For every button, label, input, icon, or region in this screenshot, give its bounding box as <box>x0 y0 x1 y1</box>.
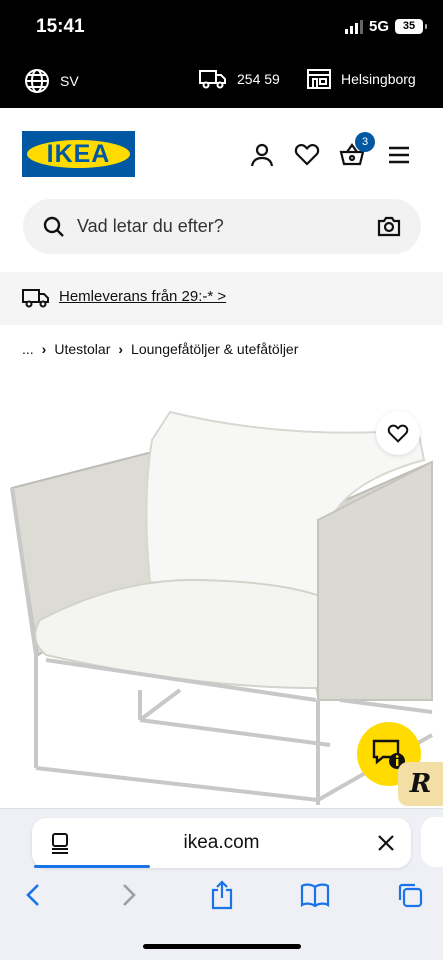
address-bar[interactable]: ikea.com <box>32 818 411 868</box>
language-selector[interactable]: SV <box>24 68 79 94</box>
profile-icon[interactable] <box>249 142 275 168</box>
close-icon[interactable] <box>377 834 395 852</box>
camera-icon[interactable] <box>377 215 401 237</box>
breadcrumb: ... › Utestolar › Loungefåtöljer & utefå… <box>22 341 298 357</box>
chevron-right-icon: › <box>41 341 47 357</box>
share-icon <box>211 880 233 910</box>
status-bar: 15:41 5G 35 <box>0 0 443 56</box>
site-header: IKEA <box>0 108 443 198</box>
search-icon <box>43 216 64 237</box>
search-placeholder: Vad letar du efter? <box>77 216 224 236</box>
delivery-link[interactable]: Hemleverans från 29:-* > <box>59 288 226 305</box>
store-icon <box>307 69 331 89</box>
search-input[interactable]: Vad letar du efter? <box>23 199 421 254</box>
globe-icon <box>25 69 49 93</box>
breadcrumb-item[interactable]: Loungefåtöljer & utefåtöljer <box>131 341 298 357</box>
breadcrumb-ellipsis[interactable]: ... <box>22 341 34 357</box>
store-label: Helsingborg <box>341 71 416 87</box>
heart-icon[interactable] <box>294 142 320 168</box>
tabs-icon <box>398 883 423 908</box>
chevron-right-icon <box>123 884 136 906</box>
truck-icon <box>22 289 49 308</box>
postcode-selector[interactable]: 254 59 <box>199 68 280 90</box>
heart-icon <box>387 424 409 443</box>
info-bar: SV 254 59 Helsingborg <box>0 56 443 108</box>
store-selector[interactable]: Helsingborg <box>307 68 416 90</box>
url-text: ikea.com <box>183 832 260 853</box>
battery-icon: 35 <box>395 19 427 34</box>
add-to-favourites-button[interactable] <box>376 411 420 455</box>
page-load-progress <box>34 865 150 868</box>
chevron-right-icon: › <box>118 341 124 357</box>
language-label: SV <box>60 73 79 89</box>
home-indicator <box>143 944 301 949</box>
delivery-banner[interactable]: Hemleverans från 29:-* > <box>0 272 443 325</box>
book-icon <box>300 883 330 908</box>
truck-icon <box>199 70 226 89</box>
tabs-button[interactable] <box>395 880 425 910</box>
menu-icon[interactable] <box>386 142 412 168</box>
breadcrumb-item[interactable]: Utestolar <box>54 341 110 357</box>
logo-text: IKEA <box>27 140 130 168</box>
chevron-left-icon <box>26 884 39 906</box>
status-indicators: 5G 35 <box>344 18 427 35</box>
share-button[interactable] <box>207 880 237 910</box>
forward-button[interactable] <box>114 880 144 910</box>
bookmarks-button[interactable] <box>300 880 330 910</box>
status-time: 15:41 <box>36 16 85 37</box>
back-button[interactable] <box>18 880 48 910</box>
signal-icon <box>344 19 363 34</box>
ikea-logo[interactable]: IKEA <box>22 131 135 177</box>
r-widget-icon[interactable]: R <box>398 762 443 806</box>
cart-count-badge: 3 <box>355 132 375 152</box>
network-type: 5G <box>368 18 389 35</box>
postcode-label: 254 59 <box>237 71 280 87</box>
next-tab-preview[interactable] <box>421 817 443 867</box>
